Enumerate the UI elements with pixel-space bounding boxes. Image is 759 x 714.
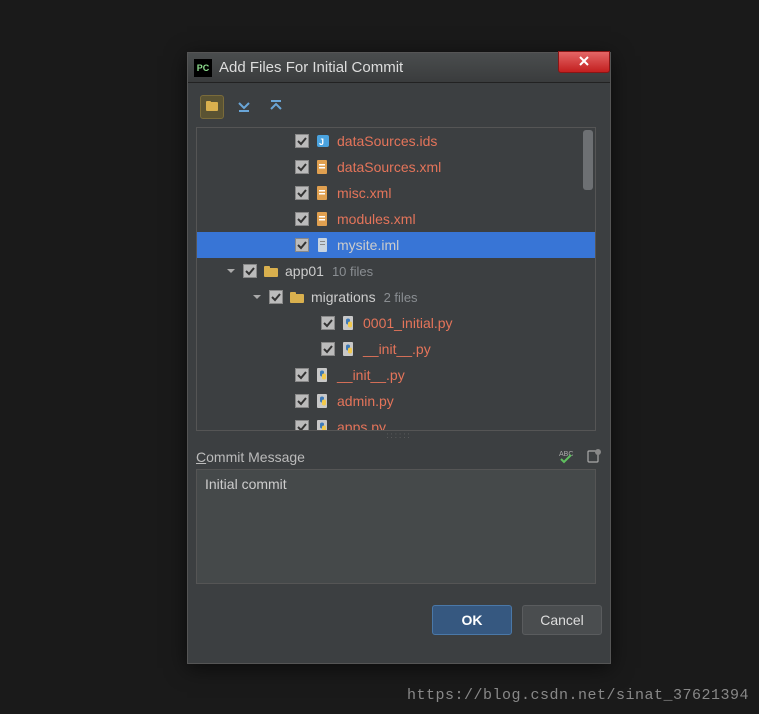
file-name: mysite.iml — [337, 237, 399, 253]
checkbox[interactable] — [321, 342, 335, 356]
xml-icon — [315, 159, 331, 175]
tree-row[interactable]: dataSources.xml — [197, 154, 595, 180]
cancel-button[interactable]: Cancel — [522, 605, 602, 635]
file-name: dataSources.xml — [337, 159, 441, 175]
xml-icon — [315, 211, 331, 227]
button-row: OK Cancel — [196, 605, 602, 635]
close-button[interactable] — [558, 51, 610, 73]
file-name: app01 — [285, 263, 324, 279]
scrollbar[interactable] — [583, 130, 593, 428]
svg-text:J: J — [319, 137, 324, 147]
tree-row[interactable]: JdataSources.ids — [197, 128, 595, 154]
collapse-all-button[interactable] — [264, 95, 288, 119]
commit-message-input[interactable] — [196, 469, 596, 584]
tree-row[interactable]: misc.xml — [197, 180, 595, 206]
commit-toolbar: ABC — [558, 449, 602, 465]
tree-row[interactable]: apps.py — [197, 414, 595, 430]
watermark: https://blog.csdn.net/sinat_37621394 — [407, 687, 749, 704]
tree-row[interactable]: __init__.py — [197, 362, 595, 388]
dialog-body: JdataSources.ids dataSources.xml misc.xml m… — [188, 83, 610, 643]
py-icon — [315, 393, 331, 409]
file-name: __init__.py — [363, 341, 431, 357]
file-name: misc.xml — [337, 185, 391, 201]
file-name: __init__.py — [337, 367, 405, 383]
file-name: migrations — [311, 289, 376, 305]
file-name: modules.xml — [337, 211, 416, 227]
commit-message-label: Commit Message — [196, 449, 305, 465]
toolbar — [196, 91, 602, 127]
history-button[interactable] — [586, 449, 602, 465]
chevron-down-icon[interactable] — [225, 265, 237, 277]
py-icon — [315, 367, 331, 383]
checkbox[interactable] — [295, 238, 309, 252]
titlebar[interactable]: PC Add Files For Initial Commit — [188, 53, 610, 83]
checkbox[interactable] — [295, 420, 309, 430]
py-icon — [341, 341, 357, 357]
checkbox[interactable] — [321, 316, 335, 330]
tree-row[interactable]: modules.xml — [197, 206, 595, 232]
close-icon — [578, 55, 590, 70]
commit-mnemonic: C — [196, 449, 206, 465]
checkbox[interactable] — [295, 394, 309, 408]
tree-row[interactable]: mysite.iml — [197, 232, 595, 258]
spellcheck-button[interactable]: ABC — [558, 449, 574, 465]
chevron-down-icon[interactable] — [251, 291, 263, 303]
file-count: 2 files — [384, 290, 418, 305]
file-name: 0001_initial.py — [363, 315, 453, 331]
history-icon — [586, 448, 602, 467]
dialog-add-files: PC Add Files For Initial Commit — [187, 52, 611, 664]
file-tree-scroll[interactable]: JdataSources.ids dataSources.xml misc.xml m… — [197, 128, 595, 430]
commit-label-text: ommit Message — [206, 449, 305, 465]
folder-tree-icon — [204, 98, 220, 117]
file-icon — [315, 237, 331, 253]
checkbox[interactable] — [295, 212, 309, 226]
pycharm-icon: PC — [194, 59, 212, 77]
scrollbar-thumb[interactable] — [583, 130, 593, 190]
folder-icon — [263, 263, 279, 279]
checkbox[interactable] — [269, 290, 283, 304]
checkbox[interactable] — [295, 368, 309, 382]
resize-grip[interactable]: :::::: — [196, 431, 602, 439]
commit-label-row: Commit Message ABC — [196, 449, 602, 465]
checkbox[interactable] — [295, 160, 309, 174]
expand-all-icon — [236, 98, 252, 117]
checkbox[interactable] — [243, 264, 257, 278]
tree-row[interactable]: admin.py — [197, 388, 595, 414]
group-by-directory-button[interactable] — [200, 95, 224, 119]
file-count: 10 files — [332, 264, 373, 279]
ok-button[interactable]: OK — [432, 605, 512, 635]
file-name: admin.py — [337, 393, 394, 409]
svg-text:ABC: ABC — [559, 451, 573, 458]
ids-icon: J — [315, 133, 331, 149]
py-icon — [341, 315, 357, 331]
xml-icon — [315, 185, 331, 201]
checkbox[interactable] — [295, 186, 309, 200]
folder-icon — [289, 289, 305, 305]
expand-all-button[interactable] — [232, 95, 256, 119]
tree-row[interactable]: 0001_initial.py — [197, 310, 595, 336]
tree-row[interactable]: __init__.py — [197, 336, 595, 362]
file-tree: JdataSources.ids dataSources.xml misc.xml m… — [196, 127, 596, 431]
dialog-title: Add Files For Initial Commit — [219, 59, 403, 76]
tree-row[interactable]: app01 10 files — [197, 258, 595, 284]
checkbox[interactable] — [295, 134, 309, 148]
file-name: apps.py — [337, 419, 386, 430]
tree-row[interactable]: migrations 2 files — [197, 284, 595, 310]
collapse-all-icon — [268, 98, 284, 117]
file-name: dataSources.ids — [337, 133, 437, 149]
spellcheck-icon: ABC — [558, 448, 574, 467]
py-icon — [315, 419, 331, 430]
